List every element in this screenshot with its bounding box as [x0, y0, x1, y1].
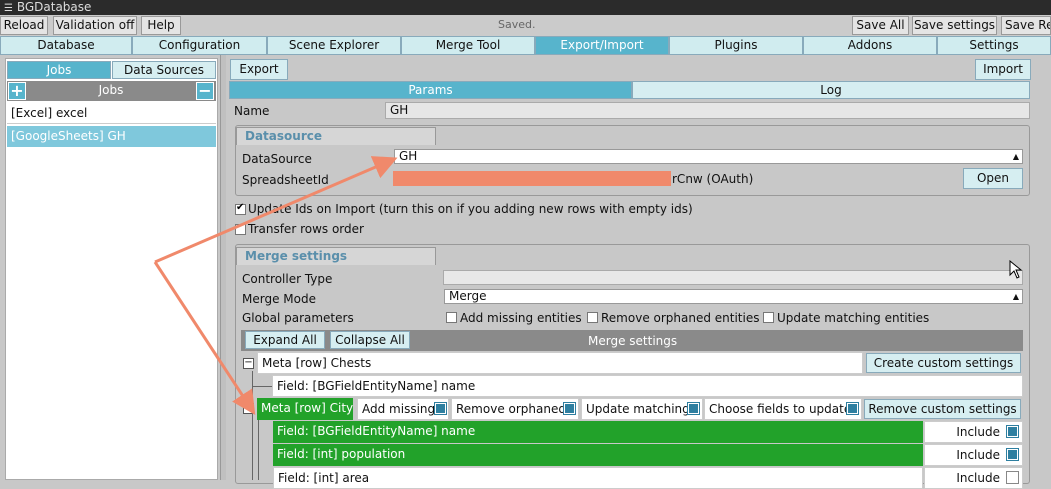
arrow-to-datasource — [154, 156, 398, 264]
arrow-to-meta-city — [153, 261, 256, 416]
annotation-arrows — [153, 156, 398, 416]
mouse-cursor-icon — [1009, 260, 1023, 279]
